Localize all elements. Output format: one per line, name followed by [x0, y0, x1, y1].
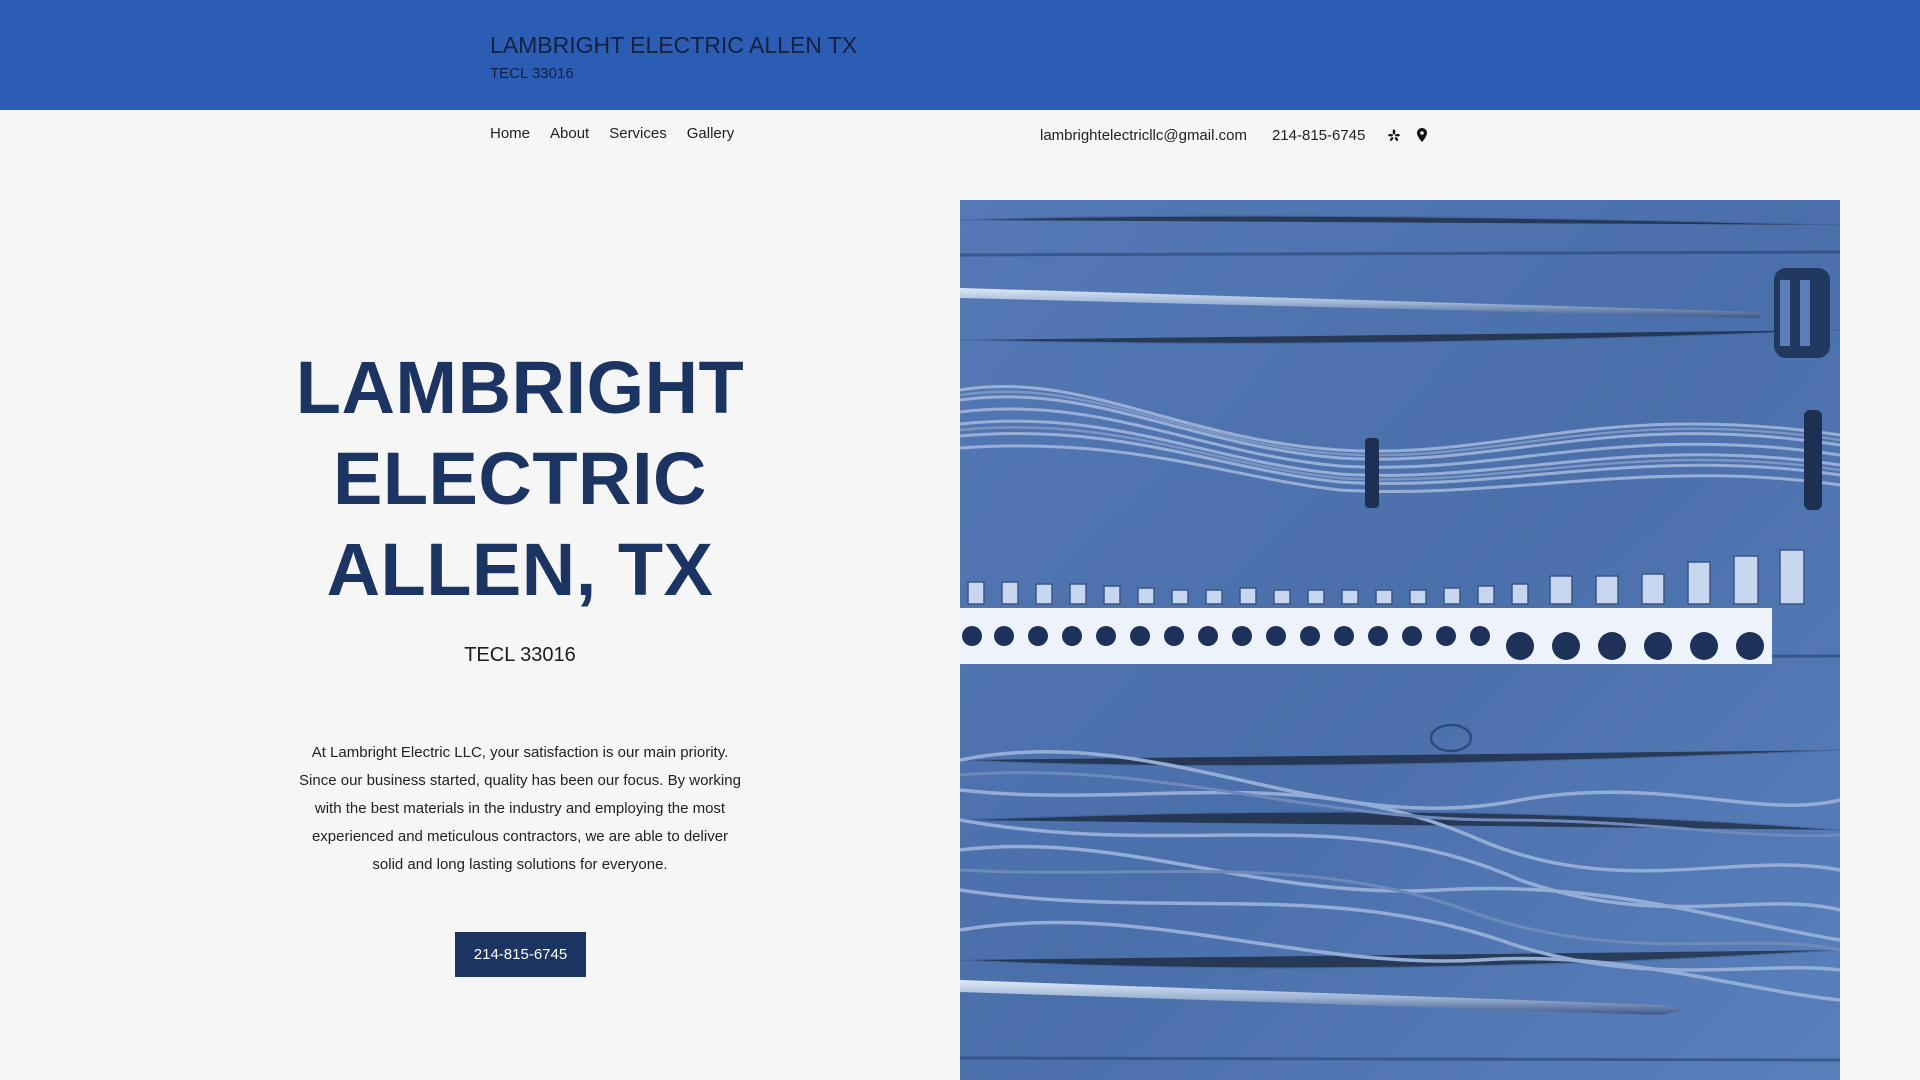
hero-title-line: ELECTRIC: [333, 437, 707, 520]
hero-description-line: At Lambright Electric LLC, your satisfac…: [311, 744, 729, 761]
nav-item-gallery[interactable]: Gallery: [687, 125, 735, 145]
hero-description-line: solid and long lasting solutions for eve…: [372, 856, 668, 873]
hero-description-line: experienced and meticulous contractors, …: [311, 828, 729, 845]
nav-item-services[interactable]: Services: [609, 125, 667, 145]
yelp-icon[interactable]: [1387, 127, 1401, 143]
site-header: LAMBRIGHT ELECTRIC ALLEN TX TECL 33016: [0, 0, 1920, 110]
hero-description: At Lambright Electric LLC, your satisfac…: [280, 739, 760, 879]
hero-title-line: LAMBRIGHT: [295, 346, 745, 429]
hero-description-line: with the best materials in the industry …: [314, 800, 726, 817]
hero-photo-electrical-supplies: [960, 200, 1840, 1080]
nav-item-home[interactable]: Home: [490, 125, 530, 145]
hero-description-line: Since our business started, quality has …: [299, 772, 741, 789]
hero-title: LAMBRIGHT ELECTRIC ALLEN, TX: [270, 342, 770, 615]
main-nav: Home About Services Gallery: [490, 125, 734, 145]
hero-title-line: ALLEN, TX: [326, 528, 714, 611]
site-tagline: TECL 33016: [490, 65, 574, 82]
call-phone-button[interactable]: 214-815-6745: [455, 932, 586, 977]
nav-item-about[interactable]: About: [550, 125, 589, 145]
site-title[interactable]: LAMBRIGHT ELECTRIC ALLEN TX: [490, 32, 857, 59]
map-pin-icon[interactable]: [1415, 127, 1429, 143]
hero-license-number: TECL 33016: [464, 644, 576, 666]
contact-bar: lambrightelectricllc@gmail.com 214-815-6…: [1040, 125, 1429, 145]
contact-email-link[interactable]: lambrightelectricllc@gmail.com: [1040, 127, 1247, 144]
contact-phone-link[interactable]: 214-815-6745: [1272, 127, 1365, 144]
